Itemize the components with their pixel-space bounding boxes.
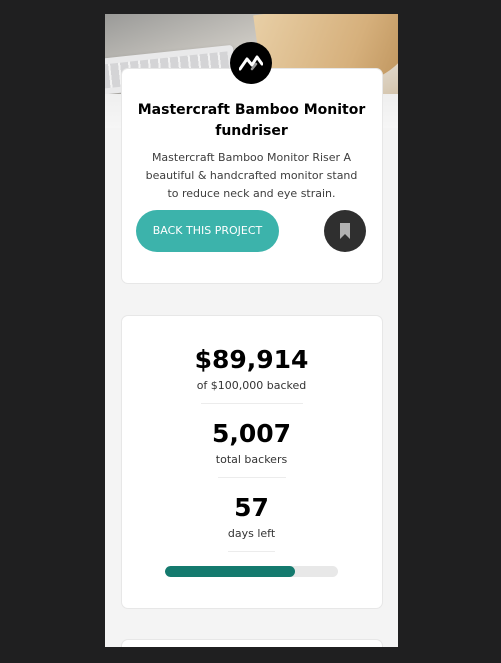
funding-progress-bar (165, 566, 338, 577)
next-section-card (121, 639, 383, 647)
project-description: Mastercraft Bamboo Monitor Riser A beaut… (145, 151, 358, 200)
back-this-project-button[interactable]: BACK THIS PROJECT (136, 210, 279, 252)
bookmark-icon (340, 223, 350, 239)
days-left-count: 57 (234, 493, 269, 522)
funding-progress-fill (165, 566, 295, 577)
divider (218, 477, 286, 478)
backers-count: 5,007 (211, 419, 292, 448)
mastercraft-logo-icon (230, 42, 272, 84)
days-left-label: days left (227, 527, 276, 540)
divider (228, 551, 275, 552)
divider (201, 403, 303, 404)
backed-amount: $89,914 (194, 345, 309, 374)
mobile-viewport: Mastercraft Bamboo Monitor fundriser Mas… (105, 14, 398, 647)
bookmark-button[interactable] (324, 210, 366, 252)
backers-label: total backers (215, 453, 288, 466)
project-title: Mastercraft Bamboo Monitor fundriser (137, 102, 366, 139)
backed-label: of $100,000 backed (196, 379, 307, 392)
